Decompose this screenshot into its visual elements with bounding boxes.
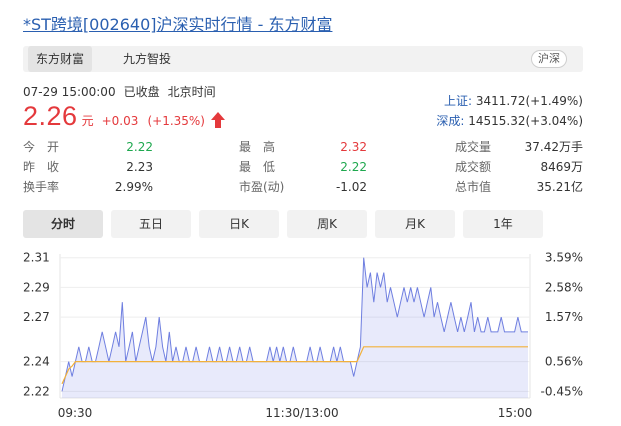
- stats-row: 昨 收 2.23 最 低 2.22 成交额 8469万: [23, 157, 583, 177]
- tab-intraday[interactable]: 分时: [23, 210, 103, 238]
- stat-value: 2.22: [340, 160, 367, 174]
- stat-label: 昨 收: [23, 160, 60, 174]
- index-shanghai[interactable]: 上证: 3411.72(+1.49%): [444, 92, 583, 109]
- y-tick-label: 2.22: [23, 384, 50, 398]
- x-tick-label: 15:00: [498, 406, 533, 420]
- market-status: 已收盘: [123, 85, 160, 99]
- tab-weekly-k[interactable]: 周K: [287, 210, 367, 238]
- index-name: 上证:: [443, 94, 472, 108]
- y-tick-label: 2.29: [23, 280, 50, 294]
- price-change-pct: (+1.35%): [147, 114, 205, 128]
- up-arrow-icon: [211, 112, 225, 128]
- stat-label: 市盈(动): [239, 180, 285, 194]
- page-title[interactable]: *ST跨境[002640]沪深实时行情 - 东方财富: [23, 11, 332, 35]
- index-value: 14515.32(+3.04%): [468, 114, 583, 128]
- stat-label: 成交量: [455, 140, 492, 154]
- market-badge: 沪深: [531, 50, 567, 68]
- index-shenzhen[interactable]: 深成: 14515.32(+3.04%): [436, 112, 583, 129]
- stat-label: 总市值: [455, 180, 492, 194]
- quote-time: 07-29 15:00:00 已收盘 北京时间: [23, 83, 224, 100]
- y-tick-label: 2.27: [23, 310, 50, 324]
- quote-stats: 今 开 2.22 最 高 2.32 成交量 37.42万手 昨 收 2.23 最…: [23, 137, 583, 197]
- pct-tick-label: 1.57%: [545, 310, 583, 324]
- pct-tick-label: 3.59%: [545, 251, 583, 265]
- index-value: 3411.72(+1.49%): [475, 94, 583, 108]
- chart-period-tabs: 分时 五日 日K 周K 月K 1年: [23, 210, 583, 238]
- tab-monthly-k[interactable]: 月K: [375, 210, 455, 238]
- stat-value: 2.32: [340, 140, 367, 154]
- stat-value: -1.02: [335, 180, 367, 194]
- y-tick-label: 2.24: [23, 355, 50, 369]
- timezone: 北京时间: [167, 85, 216, 99]
- tab-five-day[interactable]: 五日: [111, 210, 191, 238]
- stat-value: 8469万: [540, 160, 583, 174]
- pct-tick-label: 0.56%: [545, 355, 583, 369]
- intraday-chart-svg: 2.31 3.59% 2.29 2.58% 2.27 1.57% 2.24 0.56% 2.22…: [23, 251, 583, 420]
- current-price: 2.26: [23, 101, 78, 131]
- stats-row: 换手率 2.99% 市盈(动) -1.02 总市值 35.21亿: [23, 177, 583, 197]
- stat-value: 2.99%: [114, 180, 153, 194]
- y-tick-label: 2.31: [23, 251, 50, 265]
- stat-label: 最 低: [239, 160, 276, 174]
- stats-row: 今 开 2.22 最 高 2.32 成交量 37.42万手: [23, 137, 583, 157]
- price-change: +0.03: [101, 114, 139, 128]
- x-tick-label: 09:30: [58, 406, 93, 420]
- index-name: 深成:: [436, 114, 465, 128]
- intraday-chart: 2.31 3.59% 2.29 2.58% 2.27 1.57% 2.24 0.56% 2.22…: [0, 240, 621, 426]
- price-block: 2.26 元 +0.03 (+1.35%): [23, 101, 225, 132]
- stat-label: 最 高: [239, 140, 276, 154]
- pct-tick-label: 2.58%: [545, 280, 583, 294]
- stat-label: 成交额: [455, 160, 492, 174]
- stat-value: 2.22: [126, 140, 153, 154]
- stat-label: 今 开: [23, 140, 60, 154]
- pct-tick-label: -0.45%: [541, 384, 583, 398]
- x-tick-label: 11:30/13:00: [265, 406, 338, 420]
- tab-one-year[interactable]: 1年: [463, 210, 543, 238]
- tab-daily-k[interactable]: 日K: [199, 210, 279, 238]
- source-tabbar: 东方财富 九方智投 沪深: [23, 46, 583, 72]
- datetime: 07-29 15:00:00: [23, 85, 116, 99]
- tab-eastmoney[interactable]: 东方财富: [28, 46, 93, 72]
- price-unit: 元: [81, 114, 94, 128]
- stat-value: 37.42万手: [524, 140, 583, 154]
- stat-value: 2.23: [126, 160, 153, 174]
- stat-value: 35.21亿: [536, 180, 583, 194]
- tab-jiufang[interactable]: 九方智投: [123, 46, 171, 72]
- stat-label: 换手率: [23, 180, 60, 194]
